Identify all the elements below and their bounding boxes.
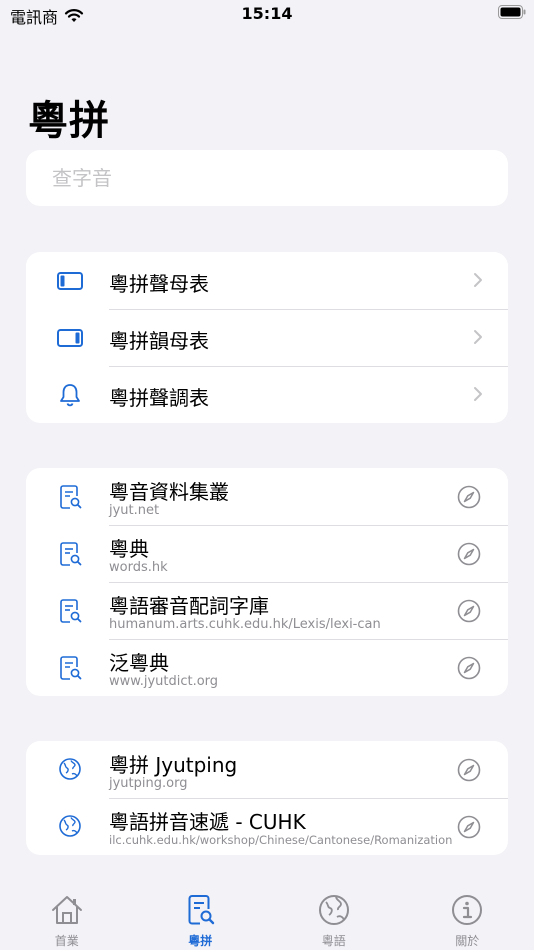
row-website[interactable]: 粵語拼音速遞 - CUHK ilc.cuhk.edu.hk/workshop/C…: [26, 798, 508, 855]
tab-cantonese[interactable]: 粵語: [267, 885, 401, 950]
row-label: 粵拼聲母表: [109, 272, 209, 296]
row-dictionary[interactable]: 粵典 words.hk: [26, 525, 508, 582]
compass-icon[interactable]: [457, 815, 481, 839]
row-title: 粵語拼音速遞 - CUHK: [109, 810, 306, 834]
tab-label: 粵語: [321, 934, 346, 948]
row-dictionary[interactable]: 粵語審音配詞字庫 humanum.arts.cuhk.edu.hk/Lexis/…: [26, 582, 508, 639]
globe-icon: [59, 758, 81, 780]
row-finals-table[interactable]: 粵拼韻母表: [26, 309, 508, 366]
row-title: 粵語審音配詞字庫: [109, 594, 269, 618]
page-title: 粵拼: [28, 98, 110, 144]
row-website[interactable]: 粵拼 Jyutping jyutping.org: [26, 741, 508, 798]
row-title: 粵音資料集叢: [109, 480, 229, 504]
compass-icon[interactable]: [457, 656, 481, 680]
tab-bar: 首業 粵拼 粵語 關於: [0, 885, 534, 950]
compass-icon[interactable]: [457, 599, 481, 623]
row-url: humanum.arts.cuhk.edu.hk/Lexis/lexi-can: [109, 617, 381, 632]
row-url: words.hk: [109, 560, 168, 575]
chevron-right-icon: [474, 273, 482, 287]
house-icon: [51, 896, 82, 924]
row-url: jyutping.org: [109, 776, 188, 791]
dictionaries-group: 粵音資料集叢 jyut.net 粵典 words.hk 粵語審音配詞字庫 hum…: [26, 468, 508, 696]
doc-search-icon: [60, 542, 82, 566]
row-title: 泛粵典: [109, 651, 169, 675]
sidebar-left-icon: [57, 272, 83, 290]
sidebar-right-icon: [57, 329, 83, 347]
status-bar: 電訊商 15:14: [0, 0, 534, 30]
tab-label: 首業: [54, 934, 79, 948]
doc-search-icon: [60, 599, 82, 623]
row-title: 粵典: [109, 537, 149, 561]
info-icon: [452, 895, 483, 925]
doc-search-icon: [60, 656, 82, 680]
bell-icon: [60, 384, 80, 407]
compass-icon[interactable]: [457, 758, 481, 782]
search-field[interactable]: [26, 150, 508, 206]
compass-icon[interactable]: [457, 542, 481, 566]
tab-jyutping[interactable]: 粵拼: [134, 885, 268, 950]
row-url: www.jyutdict.org: [109, 674, 219, 689]
doc-search-icon: [188, 895, 215, 925]
row-tones-table[interactable]: 粵拼聲調表: [26, 366, 508, 423]
row-initials-table[interactable]: 粵拼聲母表: [26, 252, 508, 309]
chevron-right-icon: [474, 330, 482, 344]
row-url: ilc.cuhk.edu.hk/workshop/Chinese/Cantone…: [109, 833, 453, 847]
row-dictionary[interactable]: 粵音資料集叢 jyut.net: [26, 468, 508, 525]
tab-label: 粵拼: [188, 934, 213, 948]
row-label: 粵拼聲調表: [109, 386, 209, 410]
globe-icon: [318, 895, 349, 925]
row-url: jyut.net: [109, 503, 160, 518]
websites-group: 粵拼 Jyutping jyutping.org 粵語拼音速遞 - CUHK i…: [26, 741, 508, 855]
row-dictionary[interactable]: 泛粵典 www.jyutdict.org: [26, 639, 508, 696]
tab-about[interactable]: 關於: [401, 885, 534, 950]
compass-icon[interactable]: [457, 485, 481, 509]
globe-icon: [59, 815, 81, 837]
row-label: 粵拼韻母表: [109, 329, 209, 353]
clock: 15:14: [241, 4, 293, 23]
search-input[interactable]: [52, 164, 472, 192]
tab-home[interactable]: 首業: [0, 885, 134, 950]
tables-group: 粵拼聲母表 粵拼韻母表 粵拼聲調表: [26, 252, 508, 423]
tab-label: 關於: [455, 934, 480, 948]
battery-icon: [498, 5, 526, 19]
doc-search-icon: [60, 485, 82, 509]
row-title: 粵拼 Jyutping: [109, 753, 238, 777]
chevron-right-icon: [474, 387, 482, 401]
